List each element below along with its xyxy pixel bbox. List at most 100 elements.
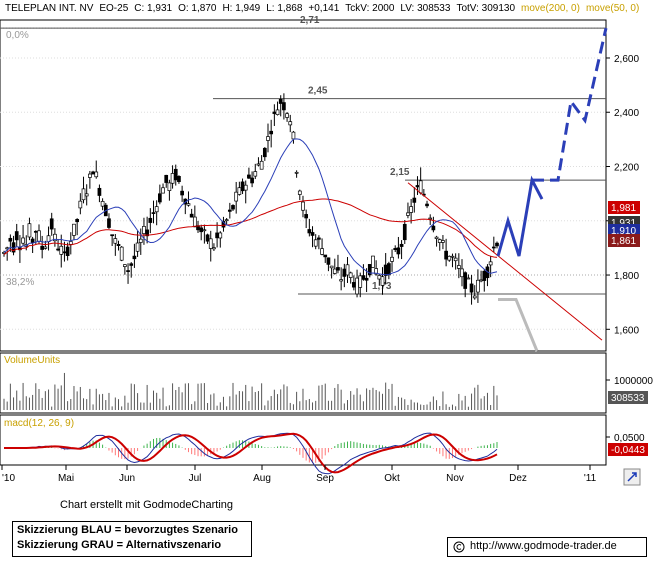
candle-body — [81, 188, 86, 201]
candle-body — [431, 225, 436, 231]
candle-body — [266, 136, 270, 141]
candle-body — [428, 217, 433, 220]
candle-body — [218, 232, 223, 239]
legend-blue: Skizzierung BLAU = bevorzugtes Szenario — [17, 524, 238, 536]
candle-body — [336, 267, 340, 271]
candle-body — [27, 223, 32, 238]
copyright-icon — [453, 541, 465, 553]
candle-body — [409, 206, 413, 213]
candle-body — [453, 257, 458, 262]
candle-body — [189, 213, 194, 218]
x-tick-label: '10 — [2, 473, 15, 484]
candle-body — [412, 197, 417, 203]
volume-last-label: 308533 — [611, 393, 645, 404]
source-url: http://www.godmode-trader.de — [470, 540, 617, 552]
candle-body — [37, 230, 41, 242]
blue-projection-dashed — [532, 27, 608, 182]
candle-body — [237, 187, 242, 195]
candle-body — [294, 171, 299, 174]
y-tick-label: 2,600 — [614, 54, 639, 65]
chart-header: TELEPLAN INT. NV EO-25 C: 1,931 O: 1,870 H: … — [5, 3, 639, 14]
candle-body — [138, 238, 143, 243]
candle-body — [317, 237, 321, 240]
candle-body — [456, 265, 461, 269]
y-tick-label: 2,400 — [614, 108, 639, 119]
level-label: 2,45 — [308, 86, 328, 97]
candle-body — [282, 102, 286, 111]
candle-body — [332, 268, 337, 274]
candle-body — [110, 234, 114, 237]
y-tick-label: 1,800 — [614, 271, 639, 282]
candle-body — [352, 282, 356, 288]
price-grid: 0,0% 38,2% — [0, 27, 606, 330]
candle-body — [441, 240, 445, 243]
x-tick-label: Sep — [316, 473, 334, 484]
header-segment: L: 1,868 — [266, 3, 303, 14]
candle-body — [275, 109, 280, 115]
candle-body — [49, 218, 54, 230]
x-tick-label: Dez — [509, 473, 527, 484]
candle-body — [59, 245, 64, 255]
candle-body — [227, 209, 232, 212]
x-tick-label: Okt — [384, 473, 400, 484]
candle-body — [304, 214, 309, 219]
candle-body — [21, 237, 25, 244]
candle-body — [164, 174, 169, 183]
support-resistance-levels: 2,712,452,151,73 — [0, 15, 606, 295]
candle-body — [56, 248, 60, 251]
header-segment: C: 1,931 — [134, 3, 172, 14]
candle-body — [202, 229, 207, 232]
candle-body — [339, 279, 343, 282]
candle-body — [192, 216, 197, 228]
candle-body — [132, 255, 137, 260]
candle-body — [396, 247, 401, 255]
x-tick-label: '11 — [584, 473, 597, 484]
candle-body — [8, 237, 13, 242]
macd-signal-line — [4, 432, 498, 474]
candle-body — [269, 130, 274, 135]
candle-body — [167, 182, 172, 191]
candle-body — [406, 212, 410, 216]
candle-body — [123, 264, 127, 267]
x-tick-label: Nov — [446, 473, 464, 484]
header-segment: +0,141 — [308, 3, 339, 14]
candle-body — [78, 200, 83, 209]
x-tick-label: Jun — [119, 473, 135, 484]
candle-body — [460, 268, 464, 278]
candle-body — [342, 268, 347, 277]
x-tick-label: Jul — [189, 473, 202, 484]
ma200-line — [3, 198, 498, 258]
candle-body — [262, 147, 267, 158]
y-tick-label: 2,200 — [614, 163, 639, 174]
candle-body — [415, 185, 420, 188]
candle-body — [170, 173, 175, 184]
candle-body — [495, 242, 499, 247]
candle-body — [199, 227, 204, 233]
gray-projection — [498, 297, 539, 352]
source-link[interactable]: http://www.godmode-trader.de — [447, 537, 647, 557]
candle-body — [215, 232, 219, 239]
candle-body — [88, 173, 92, 178]
candle-body — [313, 239, 318, 247]
candle-body — [212, 247, 216, 250]
candle-body — [161, 187, 165, 194]
downtrend-line — [407, 182, 603, 341]
candle-body — [119, 246, 124, 261]
candle-body — [180, 190, 184, 196]
header-segment: LV: 308533 — [400, 3, 450, 14]
expand-arrow-icon[interactable] — [623, 468, 641, 486]
price-y-axis: 1,6001,8002,0002,2002,4002,600 — [606, 54, 639, 336]
candle-body — [135, 242, 140, 252]
candle-body — [361, 275, 366, 280]
candle-body — [491, 246, 496, 249]
candle-body — [250, 177, 254, 184]
candle-body — [447, 255, 452, 261]
candle-body — [116, 244, 121, 246]
fib-label: 0,0% — [6, 30, 29, 41]
candle-body — [224, 219, 229, 222]
candle-body — [91, 171, 95, 175]
header-segment: move(200, 0) — [521, 3, 580, 14]
level-label: 2,15 — [390, 167, 410, 178]
candle-body — [259, 160, 264, 170]
candle-body — [399, 243, 404, 247]
